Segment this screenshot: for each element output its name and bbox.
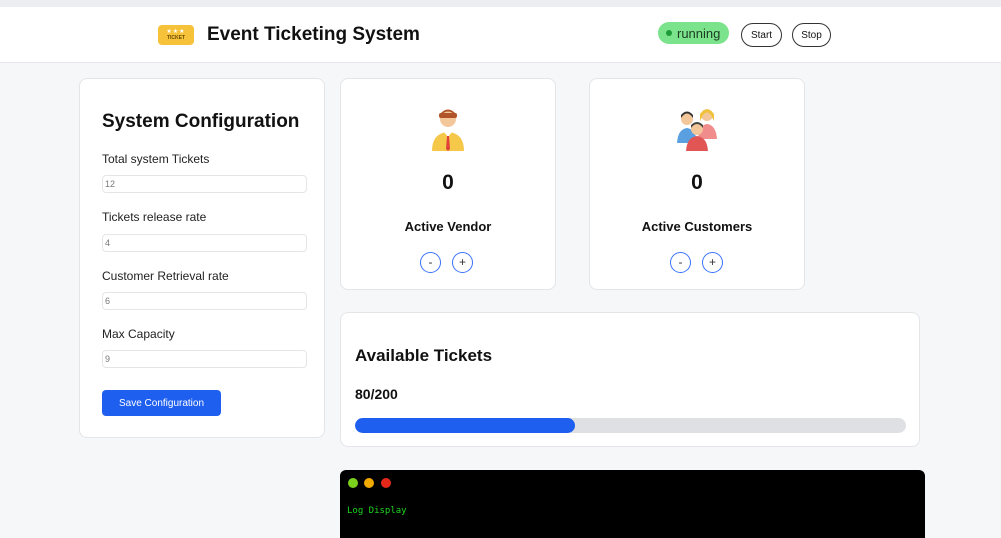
businessman-icon xyxy=(432,109,464,151)
app-header: ★★★ TICKET Event Ticketing System runnin… xyxy=(0,7,1001,63)
status-text: running xyxy=(677,25,721,41)
increase-vendor-button[interactable]: + xyxy=(452,252,473,273)
group-icon xyxy=(677,109,717,151)
active-customers-card: 0 Active Customers - + xyxy=(589,78,805,290)
tickets-progress-bar xyxy=(355,418,906,433)
total-tickets-input[interactable] xyxy=(102,175,307,193)
release-rate-input[interactable] xyxy=(102,234,307,252)
max-capacity-input[interactable] xyxy=(102,350,307,368)
available-tickets-count: 80/200 xyxy=(355,386,398,402)
active-customers-label: Active Customers xyxy=(641,219,753,234)
ticket-logo-icon: ★★★ TICKET xyxy=(158,25,194,45)
start-button[interactable]: Start xyxy=(741,23,782,47)
stop-button[interactable]: Stop xyxy=(792,23,831,47)
decrease-customers-button[interactable]: - xyxy=(670,252,691,273)
active-vendor-label: Active Vendor xyxy=(404,219,492,234)
save-configuration-button[interactable]: Save Configuration xyxy=(102,390,221,416)
active-customers-count: 0 xyxy=(691,171,703,194)
config-title: System Configuration xyxy=(102,111,300,132)
increase-customers-button[interactable]: + xyxy=(702,252,723,273)
available-tickets-card: Available Tickets 80/200 xyxy=(340,312,920,447)
status-dot-icon xyxy=(666,30,672,36)
active-vendor-count: 0 xyxy=(442,171,454,194)
available-tickets-title: Available Tickets xyxy=(355,346,493,365)
top-strip xyxy=(0,0,1001,7)
status-badge: running xyxy=(658,22,730,44)
window-close-dot-icon xyxy=(381,478,391,488)
total-tickets-label: Total system Tickets xyxy=(102,152,210,166)
decrease-vendor-button[interactable]: - xyxy=(420,252,441,273)
retrieval-rate-label: Customer Retrieval rate xyxy=(102,269,229,283)
max-capacity-label: Max Capacity xyxy=(102,327,175,341)
active-vendor-card: 0 Active Vendor - + xyxy=(340,78,556,290)
window-maximize-dot-icon xyxy=(348,478,358,488)
log-display-text: Log Display xyxy=(347,506,407,516)
window-minimize-dot-icon xyxy=(364,478,374,488)
system-configuration-card: System Configuration Total system Ticket… xyxy=(79,78,325,438)
release-rate-label: Tickets release rate xyxy=(102,210,207,224)
tickets-progress-fill xyxy=(355,418,576,433)
retrieval-rate-input[interactable] xyxy=(102,292,307,310)
app-title: Event Ticketing System xyxy=(207,24,420,45)
logo-text: TICKET xyxy=(166,34,186,41)
log-display-panel: Log Display xyxy=(340,470,925,538)
